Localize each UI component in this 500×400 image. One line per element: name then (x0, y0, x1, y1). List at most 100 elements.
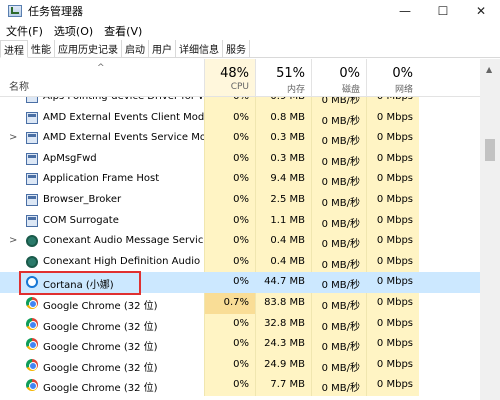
cell-net: 0 Mbps (366, 231, 419, 253)
menu-file[interactable]: 文件(F) (0, 23, 48, 39)
tab-performance[interactable]: 性能 (28, 40, 55, 57)
process-name: AMD External Events Service Mod... (43, 132, 222, 144)
cell-cpu: 0% (204, 97, 255, 108)
menu-options[interactable]: 选项(O) (48, 23, 98, 39)
gear-icon (26, 235, 38, 248)
cell-disk: 0 MB/秒 (311, 375, 366, 397)
cell-net: 0 Mbps (366, 293, 419, 314)
sort-up-icon[interactable]: ^ (97, 63, 105, 73)
tab-details[interactable]: 详细信息 (176, 40, 223, 57)
process-name: COM Surrogate (43, 214, 119, 226)
table-row[interactable]: Alps Pointing-device Driver for Wi...0%0… (0, 97, 480, 108)
tab-users[interactable]: 用户 (149, 40, 176, 57)
tab-processes[interactable]: 进程 (0, 40, 28, 58)
cell-cpu: 0% (204, 272, 255, 294)
cell-net: 0 Mbps (366, 148, 419, 170)
tab-startup[interactable]: 启动 (122, 40, 149, 57)
chrome-icon (26, 297, 38, 309)
cell-mem: 2.5 MB (255, 190, 311, 211)
scroll-thumb[interactable] (485, 139, 495, 161)
cell-disk: 0 MB/秒 (311, 107, 366, 129)
cell-net: 0 Mbps (366, 334, 419, 356)
process-name: Browser_Broker (43, 194, 122, 205)
cell-disk: 0 MB/秒 (311, 231, 366, 253)
table-row[interactable]: Google Chrome (32 位) 0.7% 83.8 MB 0 MB/秒 0 M… (0, 293, 480, 314)
tab-bar: 进程 性能 应用历史记录 启动 用户 详细信息 服务 (0, 40, 500, 58)
cpu-total: 48% (220, 66, 249, 81)
cell-cpu: 0% (204, 334, 255, 356)
cell-cpu: 0% (204, 128, 255, 150)
cell-net: 0 Mbps (366, 128, 419, 150)
expand-chevron-icon[interactable]: > (9, 235, 17, 246)
cell-cpu: 0% (204, 190, 255, 211)
cell-mem: 9.4 MB (255, 169, 311, 191)
cell-mem: 0.9 MB (255, 97, 311, 108)
close-button[interactable]: ✕ (462, 0, 500, 22)
cell-disk: 0 MB/秒 (311, 272, 366, 294)
minimize-button[interactable]: — (386, 0, 424, 22)
cell-disk: 0 MB/秒 (311, 313, 366, 335)
cell-net: 0 Mbps (366, 190, 419, 211)
process-name: Conexant High Definition Audio Fil... (43, 255, 224, 267)
cell-mem: 83.8 MB (255, 293, 311, 314)
table-row[interactable]: COM Surrogate 0% 1.1 MB 0 MB/秒 0 Mbps (0, 210, 480, 232)
memory-label: 内存 (286, 85, 305, 95)
menu-view[interactable]: 查看(V) (98, 23, 147, 39)
scroll-up-icon[interactable]: ▲ (486, 65, 492, 74)
cell-cpu: 0% (204, 169, 255, 191)
expand-chevron-icon[interactable]: > (9, 132, 17, 143)
table-row[interactable]: ApMsgFwd 0% 0.3 MB 0 MB/秒 0 Mbps (0, 148, 480, 170)
process-name: Conexant Audio Message Service (43, 235, 210, 247)
app-icon (26, 111, 38, 124)
table-row[interactable]: Conexant High Definition Audio Fil... 0% 0… (0, 251, 480, 273)
cell-mem: 7.7 MB (255, 375, 311, 397)
maximize-button[interactable]: ☐ (424, 0, 462, 22)
process-list: Alps Pointing-device Driver for Wi...0%0… (0, 97, 480, 400)
chrome-icon (26, 317, 38, 330)
table-row[interactable]: Application Frame Host 0% 9.4 MB 0 MB/秒 0 Mb… (0, 169, 480, 191)
column-network[interactable]: 0% 网络 (366, 59, 419, 96)
cell-net: 0 Mbps (366, 313, 419, 335)
column-disk[interactable]: 0% 磁盘 (311, 59, 366, 96)
vertical-scrollbar[interactable]: ▲ (480, 59, 500, 400)
cell-cpu: 0% (204, 313, 255, 335)
table-row[interactable]: AMD External Events Client Module 0% 0.8 M… (0, 107, 480, 129)
column-cpu[interactable]: 48% CPU (204, 59, 255, 96)
process-name: AMD External Events Client Module (43, 111, 220, 123)
process-name: Google Chrome (32 位) (43, 383, 158, 395)
cell-disk: 0 MB/秒 (311, 190, 366, 211)
app-icon (26, 97, 38, 103)
process-name: Application Frame Host (43, 173, 160, 185)
table-row[interactable]: Browser_Broker 0% 2.5 MB 0 MB/秒 0 Mbps (0, 190, 480, 211)
cell-mem: 24.9 MB (255, 354, 311, 376)
column-name[interactable]: 名称 (9, 78, 29, 93)
cell-net: 0 Mbps (366, 210, 419, 232)
cell-disk: 0 MB/秒 (311, 148, 366, 170)
app-icon (26, 194, 38, 206)
table-row[interactable]: Google Chrome (32 位) 0% 7.7 MB 0 MB/秒 0 Mbps (0, 375, 480, 397)
menu-bar: 文件(F) 选项(O) 查看(V) (0, 22, 500, 40)
tab-app-history[interactable]: 应用历史记录 (55, 40, 122, 57)
cell-disk: 0 MB/秒 (311, 251, 366, 273)
cell-cpu: 0% (204, 251, 255, 273)
tab-services[interactable]: 服务 (223, 40, 250, 57)
process-name: Google Chrome (32 位) (43, 301, 158, 312)
table-row[interactable]: > Conexant Audio Message Service 0% 0.4 MB 0… (0, 231, 480, 253)
cell-net: 0 Mbps (366, 354, 419, 376)
cell-net: 0 Mbps (366, 169, 419, 191)
table-row[interactable]: Google Chrome (32 位) 0% 24.3 MB 0 MB/秒 0 Mbp… (0, 334, 480, 356)
table-row[interactable]: Google Chrome (32 位) 0% 24.9 MB 0 MB/秒 0 Mbp… (0, 354, 480, 376)
memory-total: 51% (276, 66, 305, 81)
table-row[interactable]: > AMD External Events Service Mod... 0% 0.3… (0, 128, 480, 150)
disk-total: 0% (339, 66, 360, 81)
cell-net: 0 Mbps (366, 251, 419, 273)
cell-cpu: 0% (204, 148, 255, 170)
process-name: Google Chrome (32 位) (43, 362, 158, 374)
task-manager-icon (8, 5, 22, 17)
cell-disk: 0 MB/秒 (311, 210, 366, 232)
table-row[interactable]: Google Chrome (32 位) 0% 32.8 MB 0 MB/秒 0 Mbp… (0, 313, 480, 335)
cell-mem: 0.8 MB (255, 107, 311, 129)
column-memory[interactable]: 51% 内存 (255, 59, 311, 96)
cell-cpu: 0% (204, 107, 255, 129)
process-name: Google Chrome (32 位) (43, 342, 158, 354)
